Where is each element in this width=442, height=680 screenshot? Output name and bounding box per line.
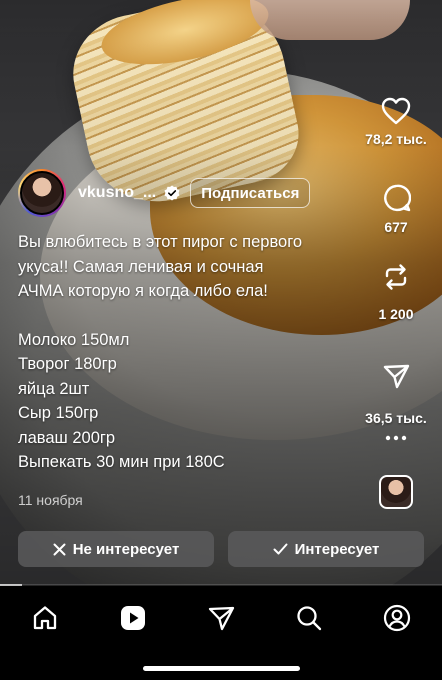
caption-line: АЧМА которую я когда либо ела!	[18, 282, 268, 300]
more-icon[interactable]	[383, 432, 409, 444]
avatar-image	[20, 171, 64, 215]
send-icon[interactable]	[382, 362, 410, 390]
interested-label: Интересует	[294, 540, 380, 558]
comment-action[interactable]: 677	[351, 183, 441, 235]
caption-line: Вы влюбитесь в этот пирог с первого	[18, 233, 303, 251]
author-row: vkusno_... Подписаться	[18, 168, 311, 218]
like-action[interactable]: 78,2 тыс.	[351, 97, 441, 147]
repost-count: 1 200	[378, 306, 414, 322]
send-icon	[208, 606, 235, 631]
ingredient-line: лаваш 200гр	[18, 428, 116, 447]
reels-icon	[121, 606, 145, 630]
heart-icon[interactable]	[381, 97, 411, 125]
caption[interactable]: Вы влюбитесь в этот пирог с первого укус…	[18, 230, 358, 475]
verified-icon	[164, 185, 180, 201]
nav-reels[interactable]	[113, 598, 153, 638]
follow-button[interactable]: Подписаться	[190, 178, 311, 208]
nav-search[interactable]	[289, 598, 329, 638]
comment-count: 677	[384, 219, 408, 235]
author-username[interactable]: vkusno_...	[78, 184, 156, 202]
home-icon	[33, 606, 57, 630]
not-interested-button[interactable]: Не интересует	[18, 531, 214, 567]
profile-icon	[383, 604, 411, 632]
nav-home[interactable]	[25, 598, 65, 638]
interested-button[interactable]: Интересует	[228, 531, 424, 567]
share-action[interactable]: 36,5 тыс.	[351, 362, 441, 426]
avatar[interactable]	[18, 169, 66, 217]
ingredient-line: Сыр 150гр	[18, 404, 99, 422]
caption-line: укуса!! Самая ленивая и сочная	[18, 257, 264, 276]
post-date: 11 ноября	[18, 492, 83, 508]
not-interested-label: Не интересует	[72, 540, 180, 558]
repost-action[interactable]: 1 200	[351, 262, 441, 322]
home-indicator	[143, 666, 300, 671]
comment-icon[interactable]	[381, 183, 411, 213]
audio-thumbnail[interactable]	[379, 475, 413, 509]
ingredient-line: Творог 180гр	[18, 355, 117, 373]
repost-icon[interactable]	[381, 262, 411, 292]
checkmark-icon	[273, 543, 288, 555]
ingredient-line: Молоко 150мл	[18, 330, 130, 349]
like-count: 78,2 тыс.	[365, 131, 427, 147]
nav-direct[interactable]	[201, 598, 241, 638]
close-icon	[53, 543, 66, 555]
more-action[interactable]	[351, 432, 441, 444]
share-count: 36,5 тыс.	[365, 410, 427, 426]
ingredient-line: Выпекать 30 мин при 180С	[18, 453, 225, 471]
ingredient-line: яйца 2шт	[18, 379, 90, 398]
nav-profile[interactable]	[377, 598, 417, 638]
search-icon	[297, 606, 322, 631]
